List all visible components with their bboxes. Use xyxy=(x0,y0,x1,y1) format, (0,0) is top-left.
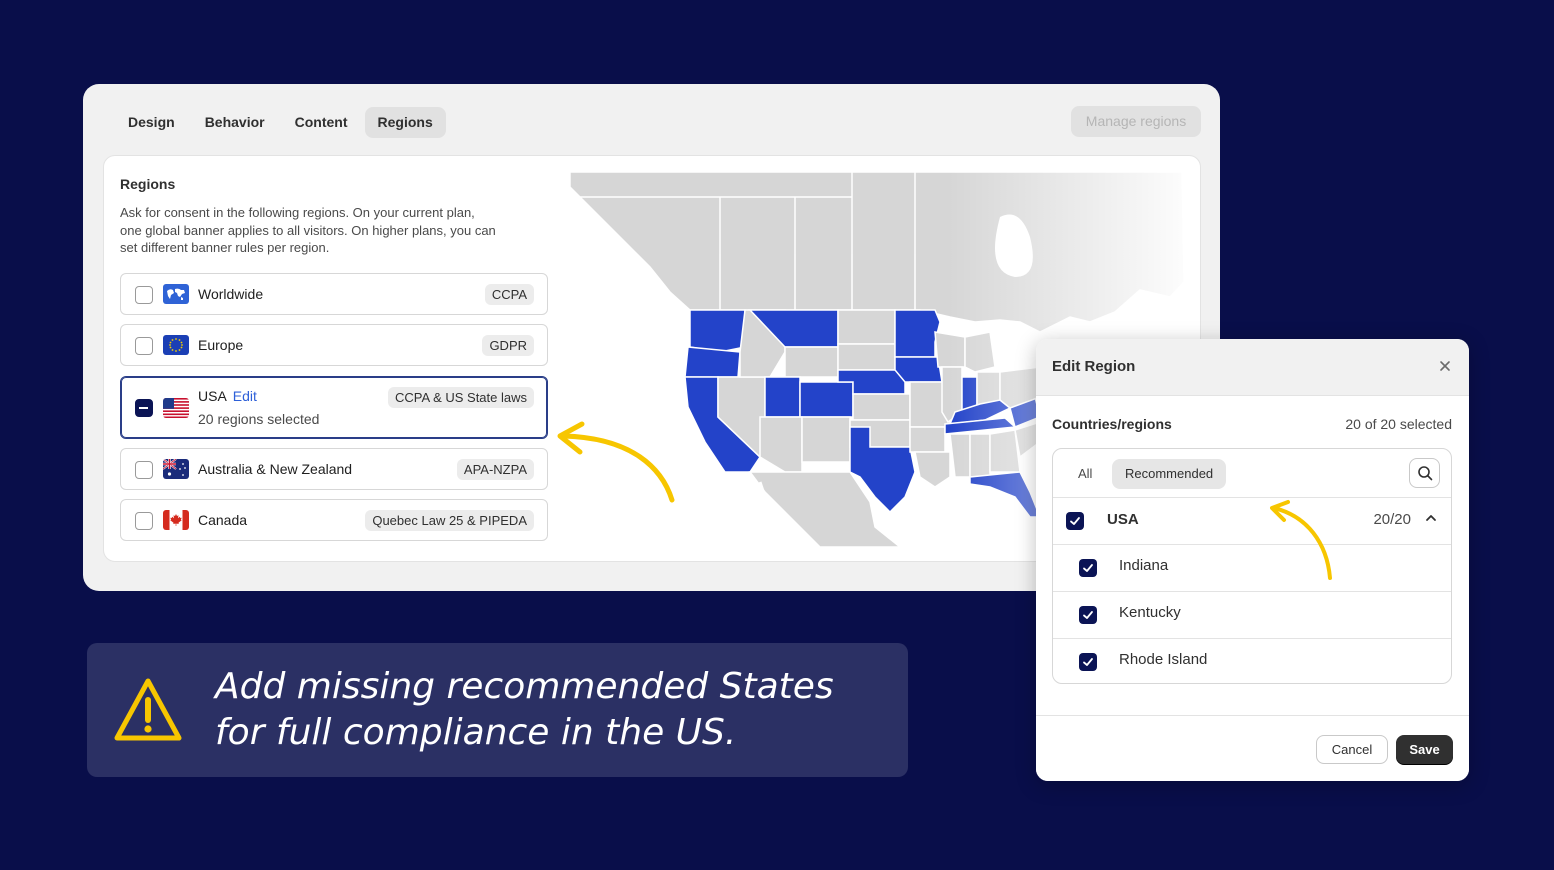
region-name-text: USA xyxy=(198,388,227,404)
pointer-arrow-icon xyxy=(557,421,675,503)
region-name: USA Edit xyxy=(198,388,257,404)
region-checkbox-australia[interactable] xyxy=(135,461,153,479)
region-checkbox-worldwide[interactable] xyxy=(135,286,153,304)
check-icon xyxy=(1083,564,1093,572)
au-flag-icon xyxy=(163,459,189,479)
modal-title: Edit Region xyxy=(1052,358,1136,375)
law-badge: CCPA & US State laws xyxy=(388,387,534,408)
indeterminate-icon xyxy=(139,407,148,409)
search-icon xyxy=(1418,466,1433,481)
law-badge: CCPA xyxy=(484,284,534,305)
law-badge: Quebec Law 25 & PIPEDA xyxy=(365,510,534,531)
item-checkbox[interactable] xyxy=(1079,606,1097,624)
group-count: 20/20 xyxy=(1373,511,1411,528)
law-badge: GDPR xyxy=(482,335,534,356)
region-row-usa[interactable]: USA Edit 20 regions selected CCPA & US St… xyxy=(120,376,548,439)
filter-all[interactable]: All xyxy=(1065,459,1105,489)
tab-behavior[interactable]: Behavior xyxy=(192,107,278,138)
regions-description: Ask for consent in the following regions… xyxy=(120,205,496,255)
cancel-button[interactable]: Cancel xyxy=(1316,735,1388,764)
region-name: Europe xyxy=(198,337,244,353)
edit-region-modal: Edit Region Countries/regions 20 of 20 s… xyxy=(1036,339,1469,781)
list-item[interactable]: Kentucky xyxy=(1053,592,1451,639)
tab-content[interactable]: Content xyxy=(282,107,361,138)
banner-line-1: Add missing recommended States xyxy=(215,666,834,707)
world-flag-icon xyxy=(163,284,189,304)
check-icon xyxy=(1083,658,1093,666)
countries-regions-label: Countries/regions xyxy=(1052,416,1172,432)
region-row-europe[interactable]: Europe GDPR xyxy=(120,324,548,366)
pointer-arrow-icon xyxy=(1270,500,1332,580)
eu-flag-icon xyxy=(163,335,189,355)
regions-selected-count: 20 regions selected xyxy=(198,411,320,427)
item-checkbox[interactable] xyxy=(1079,559,1097,577)
item-name: Kentucky xyxy=(1119,604,1181,621)
modal-footer: Cancel Save xyxy=(1036,715,1469,781)
manage-regions-button[interactable]: Manage regions xyxy=(1071,106,1201,137)
banner-line-2: for full compliance in the US. xyxy=(215,712,737,753)
save-button[interactable]: Save xyxy=(1396,735,1453,764)
region-checkbox-canada[interactable] xyxy=(135,512,153,530)
group-name: USA xyxy=(1107,511,1139,528)
region-name: Worldwide xyxy=(198,286,264,302)
list-group-usa[interactable]: USA 20/20 xyxy=(1053,498,1451,545)
filter-recommended[interactable]: Recommended xyxy=(1112,459,1227,489)
item-name: Rhode Island xyxy=(1119,651,1208,668)
list-item[interactable]: Indiana xyxy=(1053,545,1451,592)
region-row-australia[interactable]: Australia & New Zealand APA-NZPA xyxy=(120,448,548,490)
tab-regions[interactable]: Regions xyxy=(364,107,446,138)
tab-bar: Design Behavior Content Regions xyxy=(115,107,446,138)
region-list: All Recommended USA 20/20 Indiana Kentuc… xyxy=(1052,448,1452,684)
edit-link[interactable]: Edit xyxy=(233,388,257,404)
region-name: Australia & New Zealand xyxy=(198,461,353,477)
us-flag-icon xyxy=(163,398,189,418)
item-checkbox[interactable] xyxy=(1079,653,1097,671)
region-name: Canada xyxy=(198,512,248,528)
tab-design[interactable]: Design xyxy=(115,107,188,138)
region-checkbox-europe[interactable] xyxy=(135,337,153,355)
region-row-worldwide[interactable]: Worldwide CCPA xyxy=(120,273,548,315)
warning-icon xyxy=(114,678,182,741)
check-icon xyxy=(1083,611,1093,619)
region-row-canada[interactable]: Canada Quebec Law 25 & PIPEDA xyxy=(120,499,548,541)
regions-title: Regions xyxy=(120,176,176,192)
ca-flag-icon xyxy=(163,510,189,530)
selected-count: 20 of 20 selected xyxy=(1345,416,1452,432)
region-checkbox-usa[interactable] xyxy=(135,399,153,417)
law-badge: APA-NZPA xyxy=(456,459,534,480)
list-item[interactable]: Rhode Island xyxy=(1053,639,1451,683)
warning-banner: Add missing recommended States for full … xyxy=(87,643,908,777)
banner-message: Add missing recommended States for full … xyxy=(215,664,895,756)
modal-header: Edit Region xyxy=(1036,339,1469,396)
chevron-up-icon[interactable] xyxy=(1425,512,1437,524)
search-button[interactable] xyxy=(1409,458,1440,488)
item-name: Indiana xyxy=(1119,557,1169,574)
check-icon xyxy=(1070,517,1080,525)
filter-tabs: All Recommended xyxy=(1053,449,1451,498)
group-checkbox-usa[interactable] xyxy=(1066,512,1084,530)
close-icon[interactable] xyxy=(1439,356,1451,377)
